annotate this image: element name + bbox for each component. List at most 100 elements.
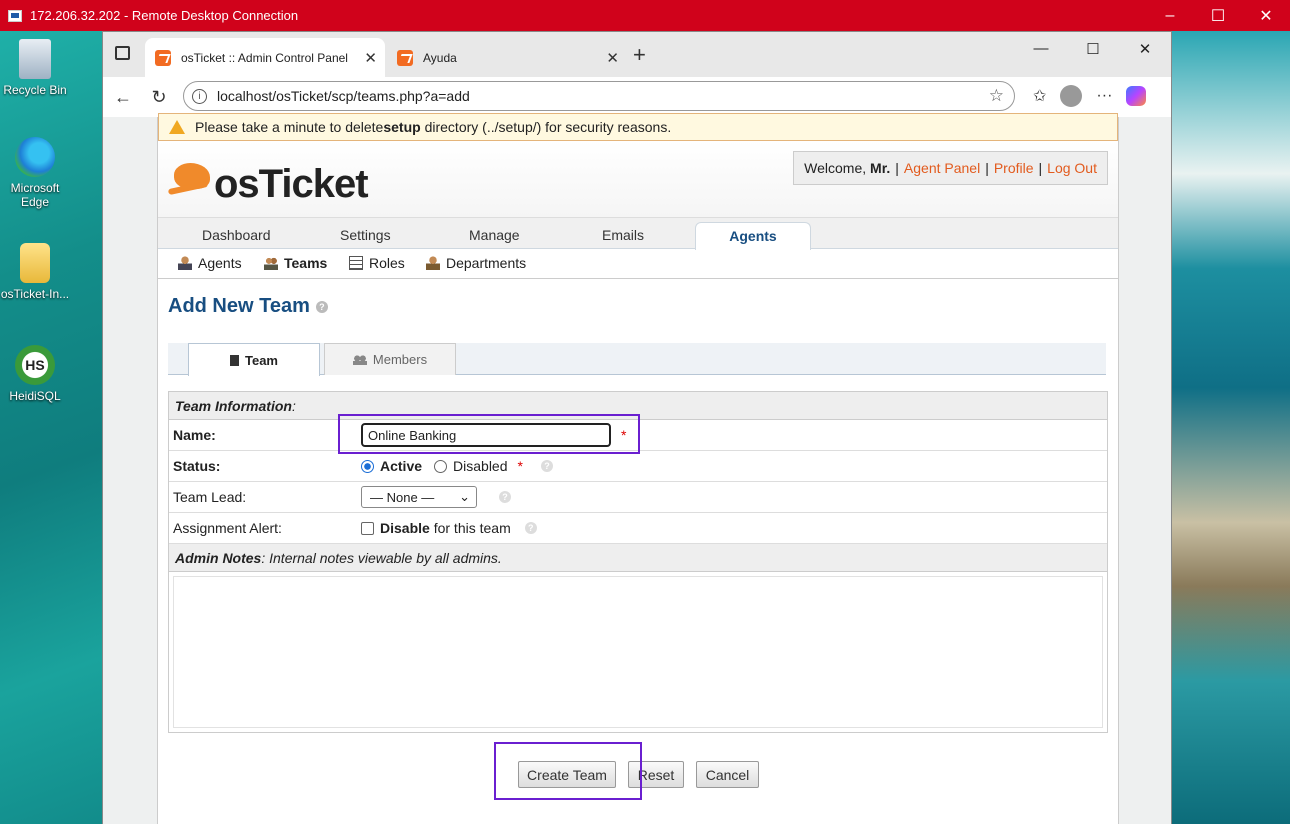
address-bar[interactable]: i localhost/osTicket/scp/teams.php?a=add… — [183, 81, 1015, 111]
favorite-star-icon[interactable]: ☆ — [989, 86, 1004, 106]
tab-title: osTicket :: Admin Control Panel — [181, 50, 348, 65]
team-lead-row: Team Lead: — None — ⌄ ? — [169, 482, 1107, 513]
desktop-icon-recycle-bin[interactable]: Recycle Bin — [0, 39, 75, 97]
rdp-close-button[interactable]: ✕ — [1242, 0, 1290, 31]
team-icon — [264, 256, 278, 270]
logout-link[interactable]: Log Out — [1047, 160, 1097, 176]
subnav-agents[interactable]: Agents — [178, 255, 242, 271]
status-active-radio[interactable] — [361, 459, 374, 473]
profile-link[interactable]: Profile — [994, 160, 1034, 176]
desktop-icon-label: Microsoft Edge — [10, 181, 60, 209]
agent-panel-link[interactable]: Agent Panel — [904, 160, 980, 176]
subnav-label: Roles — [369, 255, 405, 271]
nav-emails[interactable]: Emails — [602, 227, 644, 243]
desktop-icon-label: osTicket-In... — [0, 287, 70, 301]
tab-label: Members — [372, 352, 428, 367]
warning-text-suffix: directory (../setup/) for security reaso… — [424, 119, 672, 135]
cancel-button[interactable]: Cancel — [696, 761, 759, 788]
new-tab-icon[interactable]: + — [633, 42, 646, 68]
tab-team[interactable]: Team — [188, 343, 320, 376]
admin-notes-editor[interactable] — [173, 576, 1103, 728]
page-title-text: Add New Team — [168, 295, 310, 317]
admin-notes-description: : Internal notes viewable by all admins. — [261, 549, 502, 566]
warning-bold: setup — [383, 119, 421, 135]
help-icon[interactable]: ? — [499, 491, 511, 503]
subnav-label: Departments — [446, 255, 527, 271]
team-lead-value: — None — — [370, 489, 435, 505]
refresh-icon[interactable]: ↻ — [141, 87, 177, 108]
disable-alert-checkbox[interactable] — [361, 521, 374, 535]
help-icon[interactable]: ? — [315, 300, 328, 313]
name-field-highlight — [338, 414, 640, 454]
close-window-icon[interactable]: ✕ — [1119, 40, 1171, 58]
status-disabled-label: Disabled — [453, 458, 508, 474]
minimize-icon[interactable]: — — [1015, 40, 1067, 58]
desktop: Recycle Bin Microsoft Edge osTicket-In..… — [0, 31, 102, 824]
rdp-icon — [8, 9, 22, 22]
rdp-minimize-button[interactable]: – — [1146, 0, 1194, 31]
alert-bold-label: Disable — [380, 520, 430, 536]
agent-icon — [178, 256, 192, 270]
site-info-icon[interactable]: i — [192, 88, 207, 104]
admin-notes-row — [169, 572, 1107, 732]
close-tab-icon[interactable]: ✕ — [606, 49, 619, 67]
main-nav: Dashboard Settings Manage Emails Agents — [158, 217, 1118, 250]
admin-notes-title: Admin Notes — [175, 549, 262, 566]
osticket-favicon-icon — [397, 49, 413, 66]
page-title: Add New Team? — [168, 295, 328, 318]
sub-nav: Agents Teams Roles Departments — [158, 249, 1118, 279]
tab-actions-icon[interactable] — [115, 46, 130, 60]
team-lead-select[interactable]: — None — ⌄ — [361, 486, 477, 508]
desktop-icon-edge[interactable]: Microsoft Edge — [0, 137, 75, 209]
back-icon[interactable]: ← — [105, 87, 141, 108]
team-lead-label: Team Lead: — [173, 489, 247, 505]
desktop-wallpaper — [1172, 31, 1290, 824]
favorites-icon[interactable]: ✩ — [1033, 86, 1046, 106]
help-icon[interactable]: ? — [540, 460, 553, 472]
rdp-title-bar: 172.206.32.202 - Remote Desktop Connecti… — [0, 0, 1290, 31]
subnav-teams[interactable]: Teams — [264, 255, 327, 271]
welcome-text: Welcome, — [804, 160, 867, 176]
tab-osticket[interactable]: osTicket :: Admin Control Panel ✕ — [145, 38, 385, 77]
admin-notes-header: Admin Notes: Internal notes viewable by … — [169, 544, 1107, 572]
roles-icon — [349, 256, 363, 270]
create-button-highlight — [494, 742, 642, 800]
desktop-icon-osticket-folder[interactable]: osTicket-In... — [0, 243, 75, 301]
help-icon[interactable]: ? — [524, 522, 537, 534]
page-header: osTicket Welcome, Mr. | Agent Panel | Prof… — [158, 141, 1118, 217]
desktop-icon-label: HeidiSQL — [9, 389, 61, 403]
nav-manage[interactable]: Manage — [469, 227, 520, 243]
tab-ayuda[interactable]: Ayuda ✕ — [387, 38, 627, 77]
nav-settings[interactable]: Settings — [340, 227, 391, 243]
maximize-icon[interactable]: ☐ — [1067, 40, 1119, 58]
status-disabled-radio[interactable] — [434, 459, 448, 473]
rdp-maximize-button[interactable]: ☐ — [1194, 0, 1242, 31]
tab-title: Ayuda — [423, 50, 457, 65]
tab-members[interactable]: Members — [324, 343, 456, 375]
desktop-icon-heidisql[interactable]: HS HeidiSQL — [0, 345, 75, 403]
copilot-icon[interactable] — [1126, 86, 1147, 106]
tab-label: Team — [245, 352, 278, 368]
recycle-bin-icon — [19, 39, 51, 79]
osticket-logo[interactable]: osTicket — [168, 149, 369, 207]
section-title: Team Information — [175, 397, 292, 414]
logo-text: osTicket — [214, 162, 369, 206]
desktop-icon-label: Recycle Bin — [3, 83, 67, 97]
subnav-departments[interactable]: Departments — [426, 255, 526, 271]
name-label: Name: — [173, 427, 216, 443]
tab-strip: osTicket :: Admin Control Panel ✕ Ayuda … — [103, 32, 1171, 77]
form-tabs: Team Members — [168, 343, 1106, 376]
close-tab-icon[interactable]: ✕ — [364, 49, 377, 67]
subnav-roles[interactable]: Roles — [349, 255, 405, 271]
username: Mr. — [870, 160, 891, 176]
department-icon — [426, 256, 440, 270]
more-menu-icon[interactable]: ··· — [1096, 87, 1112, 105]
chevron-down-icon: ⌄ — [459, 489, 470, 504]
group-icon — [352, 354, 367, 365]
nav-agents[interactable]: Agents — [695, 222, 811, 250]
nav-dashboard[interactable]: Dashboard — [202, 227, 271, 243]
profile-avatar[interactable] — [1060, 85, 1083, 107]
status-row: Status: Active Disabled * ? — [169, 451, 1107, 482]
status-label: Status: — [173, 458, 221, 474]
welcome-box: Welcome, Mr. | Agent Panel | Profile | Log … — [793, 151, 1108, 185]
